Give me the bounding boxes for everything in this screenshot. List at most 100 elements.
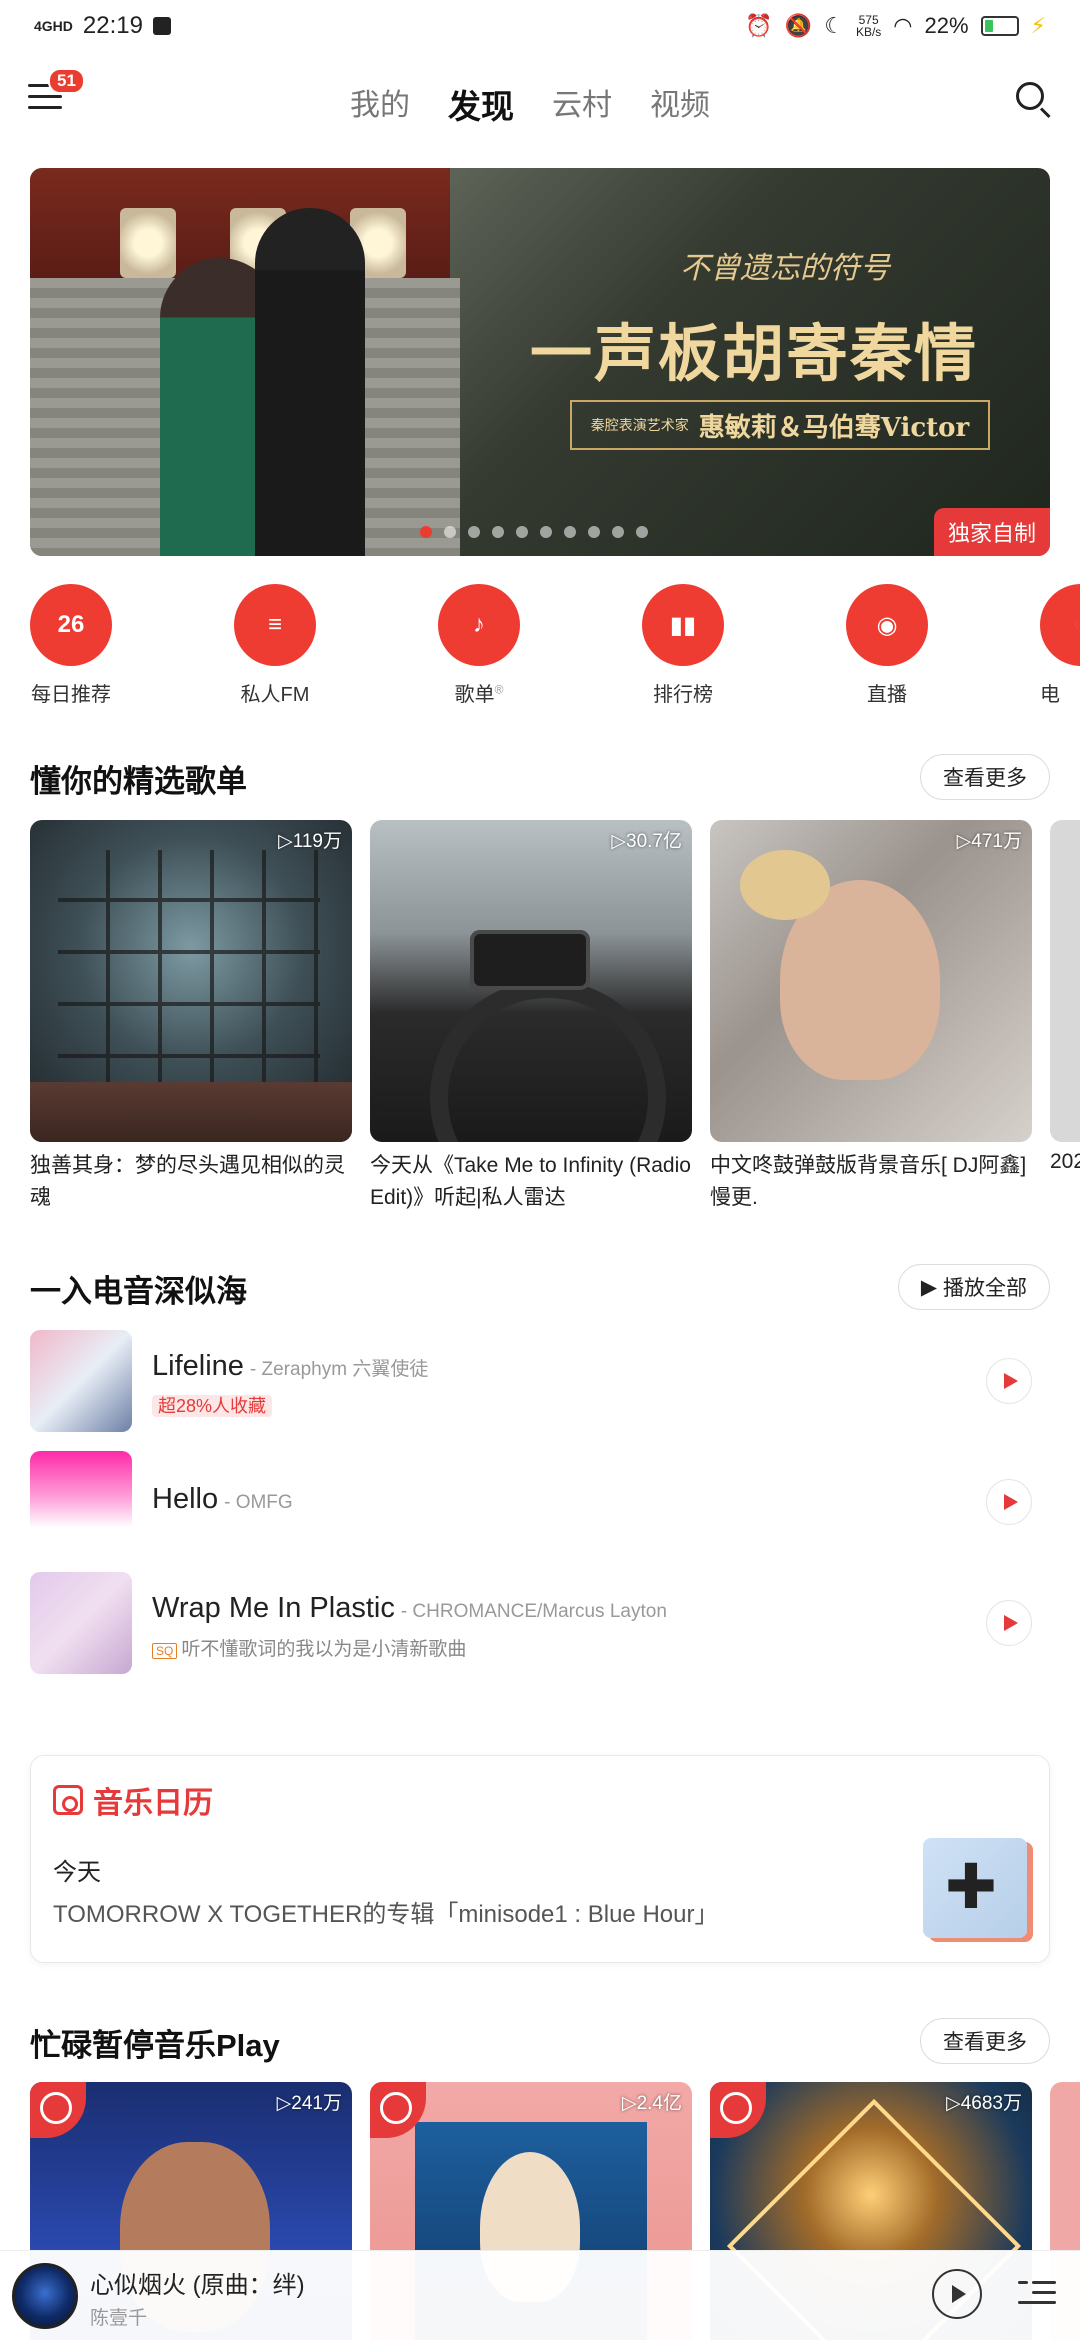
- playlist-card[interactable]: ▷471万 中文咚鼓弹鼓版背景音乐[ DJ阿鑫]慢更.: [710, 820, 1032, 1214]
- wifi-icon: ◠: [893, 13, 913, 38]
- play-song-button[interactable]: [986, 1600, 1032, 1646]
- network-speed: 575 KB/s: [856, 14, 881, 38]
- mini-player[interactable]: 心似烟火 (原曲：绊) 陈壹千: [0, 2250, 1080, 2340]
- song-artist: - CHROMANCE/Marcus Layton: [400, 1601, 667, 1622]
- tab-village[interactable]: 云村: [552, 80, 612, 128]
- exclusive-tag: 独家自制: [933, 508, 1050, 556]
- playlist-cover: ▷471万: [710, 820, 1032, 1142]
- calendar-description: TOMORROW X TOGETHER的专辑「minisode1 : Blue …: [53, 1901, 719, 1928]
- pagination-dot: [612, 526, 624, 538]
- alarm-icon: ⏰: [745, 13, 773, 38]
- now-playing-artist: 陈壹千: [90, 2308, 148, 2329]
- now-playing-title: 心似烟火 (原曲：绊): [90, 2272, 305, 2299]
- entry-label: 直播: [867, 684, 907, 706]
- entry-daily[interactable]: 26 每日推荐: [21, 584, 121, 707]
- stage-light: [120, 208, 176, 278]
- song-artist: - Zeraphym 六翼使徒: [249, 1359, 429, 1380]
- speed-unit: KB/s: [855, 25, 882, 39]
- song-thumbnail: [30, 1572, 132, 1674]
- entry-label-text: 歌单: [454, 684, 495, 706]
- promo-banner[interactable]: 不曾遗忘的符号 一声板胡寄秦情 秦腔表演艺术家 惠敏莉＆马伯骞Victor 独家…: [30, 168, 1050, 556]
- tab-video[interactable]: 视频: [650, 80, 710, 128]
- play-count: ▷2.4亿: [621, 2093, 682, 2114]
- tab-bar: 我的 发现 云村 视频: [350, 80, 710, 128]
- netease-logo-icon: [710, 2082, 766, 2138]
- album-art: [923, 1838, 1027, 1938]
- entry-charts[interactable]: ▮▮ 排行榜: [633, 584, 733, 707]
- playlist-cover: ▷30.7亿: [370, 820, 692, 1142]
- entry-label: 歌单®: [429, 678, 529, 707]
- view-more-button[interactable]: 查看更多: [920, 2018, 1050, 2064]
- play-count-value: 30.7亿: [626, 831, 682, 852]
- calendar-icon: [53, 1785, 83, 1815]
- banner-artist-note: 秦腔表演艺术家: [590, 418, 689, 434]
- radio-icon: ≡: [234, 584, 316, 666]
- play-count: ▷119万: [278, 831, 342, 852]
- playlist-card[interactable]: ▷119万 独善其身：梦的尽头遇见相似的灵魂: [30, 820, 352, 1214]
- play-count: ▷4683万: [946, 2093, 1022, 2114]
- song-row[interactable]: Lifeline - Zeraphym 六翼使徒 超28%人收藏: [30, 1330, 1080, 1434]
- netease-logo-icon: [370, 2082, 426, 2138]
- quick-entries: 26 每日推荐 ≡ 私人FM ♪ 歌单® ▮▮ 排行榜 ◉ 直播 ◔ 电: [30, 584, 1080, 714]
- entry-label: 排行榜: [653, 684, 713, 706]
- entry-live[interactable]: ◉ 直播: [837, 584, 937, 707]
- view-more-button[interactable]: 查看更多: [920, 754, 1050, 800]
- playlist-name: 独善其身：梦的尽头遇见相似的灵魂: [30, 1154, 345, 1209]
- section-title: 懂你的精选歌单: [30, 764, 247, 799]
- notification-badge: 51: [48, 68, 85, 94]
- live-icon: ◉: [846, 584, 928, 666]
- sq-badge: SQ: [152, 1643, 178, 1659]
- charging-icon: ⚡: [1030, 13, 1046, 38]
- battery-percent: 22%: [924, 13, 969, 38]
- moon-icon: ☾: [824, 13, 844, 38]
- song-row[interactable]: Wrap Me In Plastic - CHROMANCE/Marcus Lay…: [30, 1572, 1080, 1676]
- banner-artists: 秦腔表演艺术家 惠敏莉＆马伯骞Victor: [570, 400, 990, 450]
- play-pause-button[interactable]: [932, 2269, 982, 2319]
- playlist-name: 中文咚鼓弹鼓版背景音乐[ DJ阿鑫]慢更.: [710, 1154, 1027, 1209]
- section-title: 一入电音深似海: [30, 1274, 247, 1309]
- pagination-dot: [468, 526, 480, 538]
- mute-icon: 🔕: [784, 13, 813, 38]
- song-subtitle: SQ 听不懂歌词的我以为是小清新歌曲: [152, 1634, 466, 1661]
- play-all-label: 播放全部: [943, 1277, 1027, 1300]
- play-icon: ▶: [920, 1275, 937, 1299]
- playlist-card-peek[interactable]: [1050, 820, 1080, 1142]
- song-title: Wrap Me In Plastic - CHROMANCE/Marcus Lay…: [152, 1592, 667, 1625]
- netease-logo-icon: [30, 2082, 86, 2138]
- play-count-value: 119万: [292, 831, 342, 852]
- entry-fm[interactable]: ≡ 私人FM: [225, 584, 325, 707]
- play-count: ▷241万: [276, 2093, 342, 2114]
- play-count: ▷471万: [956, 831, 1022, 852]
- more-entry-icon: ◔: [1040, 584, 1080, 666]
- song-title-text: Lifeline: [152, 1350, 244, 1382]
- top-navigation: 51 我的 发现 云村 视频: [0, 60, 1080, 144]
- status-time: 22:19: [82, 12, 143, 39]
- play-all-button[interactable]: ▶ 播放全部: [897, 1264, 1050, 1310]
- play-song-button[interactable]: [986, 1479, 1032, 1525]
- banner-series-title: 不曾遗忘的符号: [680, 251, 890, 286]
- song-artist: - OMFG: [224, 1492, 293, 1513]
- entry-playlist[interactable]: ♪ 歌单®: [429, 584, 529, 707]
- playlist-queue-icon[interactable]: [1018, 2275, 1058, 2311]
- play-song-button[interactable]: [986, 1358, 1032, 1404]
- music-calendar-card[interactable]: 音乐日历 今天 TOMORROW X TOGETHER的专辑「minisode1…: [30, 1755, 1050, 1963]
- pagination-dot: [564, 526, 576, 538]
- banner-headline: 一声板胡寄秦情: [530, 317, 979, 390]
- song-subtitle: 超28%人收藏: [152, 1392, 273, 1418]
- banner-performer-male: [255, 208, 365, 556]
- tab-mine[interactable]: 我的: [350, 80, 410, 128]
- calendar-day: 今天: [53, 1859, 101, 1886]
- tab-discover[interactable]: 发现: [448, 80, 514, 128]
- entry-label: 每日推荐: [31, 684, 111, 706]
- song-row[interactable]: Hello - OMFG: [30, 1451, 1080, 1555]
- playlist-icon: ♪: [438, 584, 520, 666]
- playlist-card[interactable]: ▷30.7亿 今天从《Take Me to Infinity (Radio Ed…: [370, 820, 692, 1214]
- playlist-cover: ▷119万: [30, 820, 352, 1142]
- entry-more[interactable]: ◔ 电: [1040, 584, 1080, 707]
- song-title: Hello - OMFG: [152, 1483, 293, 1516]
- calendar-title: 音乐日历: [93, 1787, 213, 1820]
- search-icon[interactable]: [1016, 82, 1052, 119]
- now-playing-disc[interactable]: [12, 2263, 78, 2329]
- playlist-name: 今天从《Take Me to Infinity (Radio Edit)》听起|…: [370, 1154, 691, 1209]
- song-title-text: Hello: [152, 1483, 219, 1515]
